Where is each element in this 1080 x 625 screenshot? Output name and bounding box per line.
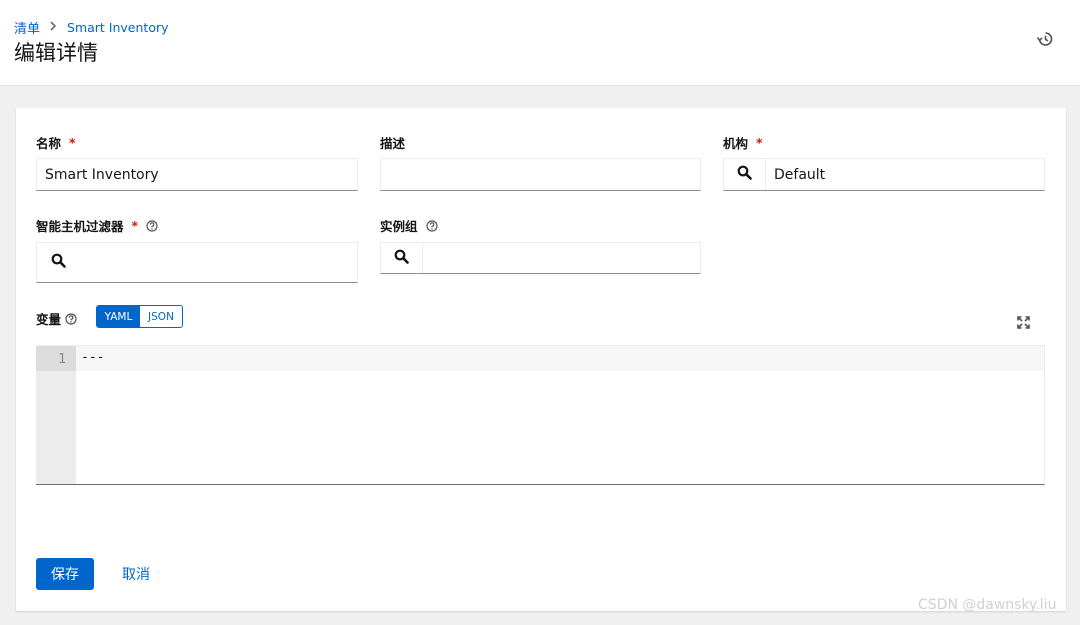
line-number: 1	[58, 352, 66, 367]
organization-lookup: Default	[723, 158, 1045, 191]
organization-label: 机构 *	[723, 133, 763, 152]
required-marker: *	[69, 135, 76, 150]
variables-label: 变量	[36, 309, 77, 328]
active-line	[76, 346, 1044, 371]
organization-value[interactable]: Default	[766, 159, 1044, 190]
code-content[interactable]: ---	[81, 350, 104, 365]
help-icon[interactable]	[425, 219, 438, 232]
instance-groups-search-button[interactable]	[381, 243, 423, 273]
breadcrumb-inventories-link[interactable]: 清单	[14, 18, 40, 37]
breadcrumb-separator-icon	[50, 21, 57, 34]
description-label: 描述	[380, 133, 405, 152]
host-filter-search-button[interactable]	[37, 243, 79, 282]
organization-search-button[interactable]	[724, 159, 766, 190]
watermark: CSDN @dawnsky.liu	[918, 597, 1057, 613]
instance-groups-label: 实例组	[380, 216, 438, 235]
breadcrumb: 清单 Smart Inventory	[14, 18, 169, 37]
name-label: 名称 *	[36, 133, 76, 152]
organization-label-text: 机构	[723, 136, 749, 151]
help-icon[interactable]	[146, 219, 158, 232]
yaml-toggle-button[interactable]: YAML	[97, 306, 140, 327]
expand-icon[interactable]	[1014, 313, 1032, 331]
help-icon[interactable]	[65, 312, 77, 325]
required-marker: *	[131, 218, 139, 233]
variables-label-text: 变量	[36, 312, 62, 327]
name-label-text: 名称	[36, 136, 62, 151]
cancel-button[interactable]: 取消	[112, 558, 160, 590]
host-filter-value[interactable]	[79, 243, 357, 282]
search-icon	[394, 249, 409, 268]
host-filter-label: 智能主机过滤器 *	[36, 216, 158, 235]
host-filter-label-text: 智能主机过滤器	[36, 219, 124, 234]
save-button[interactable]: 保存	[36, 558, 94, 590]
page-title: 编辑详情	[14, 41, 98, 65]
search-icon	[737, 165, 752, 184]
breadcrumb-current[interactable]: Smart Inventory	[67, 20, 169, 35]
instance-groups-lookup	[380, 242, 701, 274]
search-icon	[51, 253, 66, 272]
variables-mode-toggle: YAML JSON	[96, 305, 183, 328]
instance-groups-label-text: 实例组	[380, 219, 418, 234]
active-line-gutter	[36, 346, 76, 371]
editor-gutter: 1	[36, 346, 76, 484]
host-filter-lookup	[36, 242, 358, 283]
required-marker: *	[756, 135, 763, 150]
name-input[interactable]: Smart Inventory	[36, 158, 358, 191]
json-toggle-button[interactable]: JSON	[140, 306, 182, 327]
variables-code-editor[interactable]: 1 ---	[36, 345, 1045, 485]
history-icon[interactable]	[1034, 28, 1056, 50]
description-input[interactable]	[380, 158, 701, 191]
instance-groups-value[interactable]	[423, 243, 700, 273]
description-label-text: 描述	[380, 136, 406, 151]
page-header: 清单 Smart Inventory 编辑详情	[0, 0, 1080, 86]
edit-form-card: 名称 * 描述 机构 * Smart Inventory Default 智能主…	[16, 108, 1066, 611]
